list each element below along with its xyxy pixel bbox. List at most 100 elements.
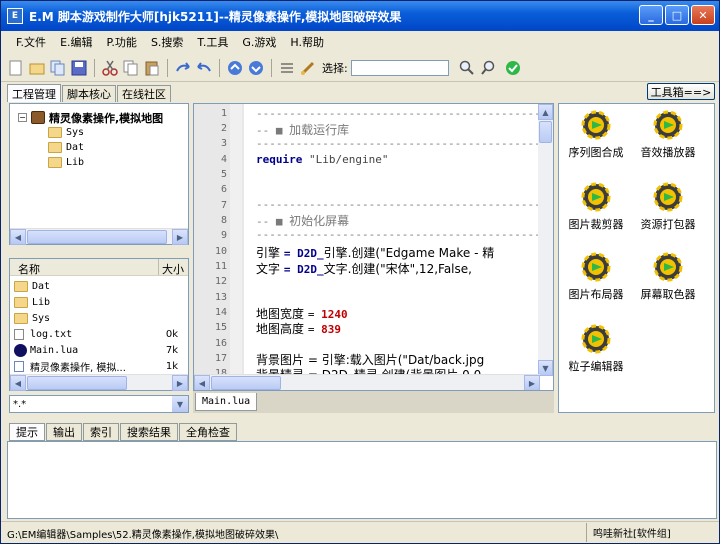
toolbox-item[interactable]: 屏幕取色器 <box>631 252 705 302</box>
toolbox-item-label: 屏幕取色器 <box>640 288 696 301</box>
menu-search[interactable]: S.搜索 <box>144 34 190 50</box>
copy-icon[interactable] <box>122 59 140 77</box>
editor-vscrollbar[interactable]: ▲ ▼ <box>538 104 553 376</box>
tab-hint[interactable]: 提示 <box>9 423 45 441</box>
save-icon[interactable] <box>70 59 88 77</box>
menu-file[interactable]: F.文件 <box>9 34 53 50</box>
toolbox-item[interactable]: 图片布局器 <box>559 252 633 302</box>
gear-icon <box>581 324 611 354</box>
search-next-icon[interactable] <box>479 59 497 77</box>
scroll-right-icon[interactable]: ▶ <box>172 229 188 245</box>
file-row[interactable]: Main.lua 7k <box>14 342 184 358</box>
gear-icon <box>653 182 683 212</box>
scroll-left-icon[interactable]: ◀ <box>194 375 210 390</box>
check-icon[interactable] <box>504 59 522 77</box>
filter-value: *.* <box>13 398 27 410</box>
main-window: E E.M 脚本游戏制作大师[hjk5211]--精灵像素操作,模拟地图破碎效果… <box>0 0 720 544</box>
line-number: 11 <box>214 261 227 272</box>
status-team: 鸣哇新社[软件组] <box>586 523 714 542</box>
file-row[interactable]: Dat <box>14 278 184 294</box>
tab-community[interactable]: 在线社区 <box>117 85 171 102</box>
left-panel-tabs: 工程管理 脚本核心 在线社区 <box>7 84 172 102</box>
tab-fullwidth-check[interactable]: 全角检查 <box>179 423 237 441</box>
toolbox-button[interactable]: 工具箱==> <box>647 83 715 100</box>
scroll-thumb[interactable] <box>211 376 281 390</box>
editor-hscrollbar[interactable]: ◀ ▶ <box>194 374 540 390</box>
file-size: 7k <box>165 344 178 356</box>
copy-pages-icon[interactable] <box>49 59 67 77</box>
file-row[interactable]: 精灵像素操作, 模拟... 1k <box>14 358 184 374</box>
file-name: log.txt <box>30 328 73 340</box>
code-editor[interactable]: 1 2 3 4 5 6 7 8 9 10 11 12 13 14 15 16 1… <box>193 103 554 391</box>
scroll-down-icon[interactable]: ▼ <box>538 360 553 376</box>
folder-icon <box>48 142 62 153</box>
brush-icon[interactable] <box>299 59 317 77</box>
code-line: 引擎 = D2D_引擎.创建("Edgame Make - 精 <box>256 244 494 261</box>
title-bar[interactable]: E E.M 脚本游戏制作大师[hjk5211]--精灵像素操作,模拟地图破碎效果… <box>1 1 719 31</box>
tab-script-core[interactable]: 脚本核心 <box>62 85 116 102</box>
tab-output[interactable]: 输出 <box>46 423 82 441</box>
new-file-icon[interactable] <box>7 59 25 77</box>
toolbox-item[interactable]: 粒子编辑器 <box>559 324 633 374</box>
scroll-right-icon[interactable]: ▶ <box>524 375 540 390</box>
file-row[interactable]: log.txt 0k <box>14 326 184 342</box>
line-number: 6 <box>220 184 227 195</box>
collapse-icon[interactable]: − <box>18 113 27 122</box>
file-name: 精灵像素操作, 模拟... <box>30 362 126 374</box>
list-icon[interactable] <box>278 59 296 77</box>
menu-edit[interactable]: E.编辑 <box>53 34 99 50</box>
file-filter-select[interactable]: *.* ▼ <box>9 395 189 413</box>
scroll-up-icon[interactable]: ▲ <box>538 104 553 120</box>
file-row[interactable]: Lib <box>14 294 184 310</box>
select-input[interactable] <box>350 59 449 76</box>
file-row[interactable]: Sys <box>14 310 184 326</box>
undo-icon[interactable] <box>195 59 213 77</box>
tab-index[interactable]: 索引 <box>83 423 119 441</box>
toolbox-item[interactable]: 音效播放器 <box>631 110 705 160</box>
menu-help[interactable]: H.帮助 <box>283 34 331 50</box>
arrow-up-icon[interactable] <box>226 59 244 77</box>
paste-icon[interactable] <box>143 59 161 77</box>
menu-game[interactable]: G.游戏 <box>235 34 283 50</box>
column-size[interactable]: 大小 <box>162 261 184 277</box>
line-number: 17 <box>214 353 227 364</box>
tree-item-sys[interactable]: Sys <box>48 125 84 140</box>
cut-icon[interactable] <box>101 59 119 77</box>
tree-item-dat[interactable]: Dat <box>48 140 84 155</box>
tree-root-label: 精灵像素操作,模拟地图 <box>49 111 164 125</box>
maximize-button[interactable]: □ <box>665 5 689 25</box>
file-name: Lib <box>32 296 51 308</box>
scroll-left-icon[interactable]: ◀ <box>10 229 26 245</box>
arrow-down-icon[interactable] <box>247 59 265 77</box>
file-tab-main-lua[interactable]: Main.lua <box>195 393 258 411</box>
menu-tools[interactable]: T.工具 <box>190 34 235 50</box>
toolbox-item[interactable]: 资源打包器 <box>631 182 705 232</box>
tab-project[interactable]: 工程管理 <box>7 84 61 102</box>
scroll-thumb[interactable] <box>27 376 127 390</box>
scroll-thumb[interactable] <box>539 121 552 143</box>
scroll-right-icon[interactable]: ▶ <box>172 375 188 391</box>
minimize-button[interactable]: _ <box>639 5 663 25</box>
menu-function[interactable]: P.功能 <box>100 34 144 50</box>
output-panel[interactable] <box>7 441 717 519</box>
toolbox-item[interactable]: 图片裁剪器 <box>559 182 633 232</box>
keyword: = D2D_ <box>283 263 324 276</box>
redo-icon[interactable] <box>174 59 192 77</box>
toolbox-item-label: 图片布局器 <box>568 288 624 301</box>
scroll-thumb[interactable] <box>27 230 167 244</box>
scroll-left-icon[interactable]: ◀ <box>10 375 26 391</box>
tree-item-lib[interactable]: Lib <box>48 155 84 170</box>
search-icon[interactable] <box>458 59 476 77</box>
text-file-icon <box>14 328 24 340</box>
column-name[interactable]: 名称 <box>18 261 40 277</box>
toolbox-item[interactable]: 序列图合成 <box>559 110 633 160</box>
file-list-hscrollbar[interactable]: ◀ ▶ <box>10 374 188 391</box>
open-folder-icon[interactable] <box>28 59 46 77</box>
window-title: E.M 脚本游戏制作大师[hjk5211]--精灵像素操作,模拟地图破碎效果 <box>29 9 402 24</box>
close-button[interactable]: ✕ <box>691 5 715 25</box>
tab-search-results[interactable]: 搜索结果 <box>120 423 178 441</box>
tree-hscrollbar[interactable]: ◀ ▶ <box>10 228 188 245</box>
chevron-down-icon[interactable]: ▼ <box>172 396 188 412</box>
identifier: 背景图片 <box>256 353 308 367</box>
tree-root[interactable]: − 精灵像素操作,模拟地图 <box>18 110 163 125</box>
